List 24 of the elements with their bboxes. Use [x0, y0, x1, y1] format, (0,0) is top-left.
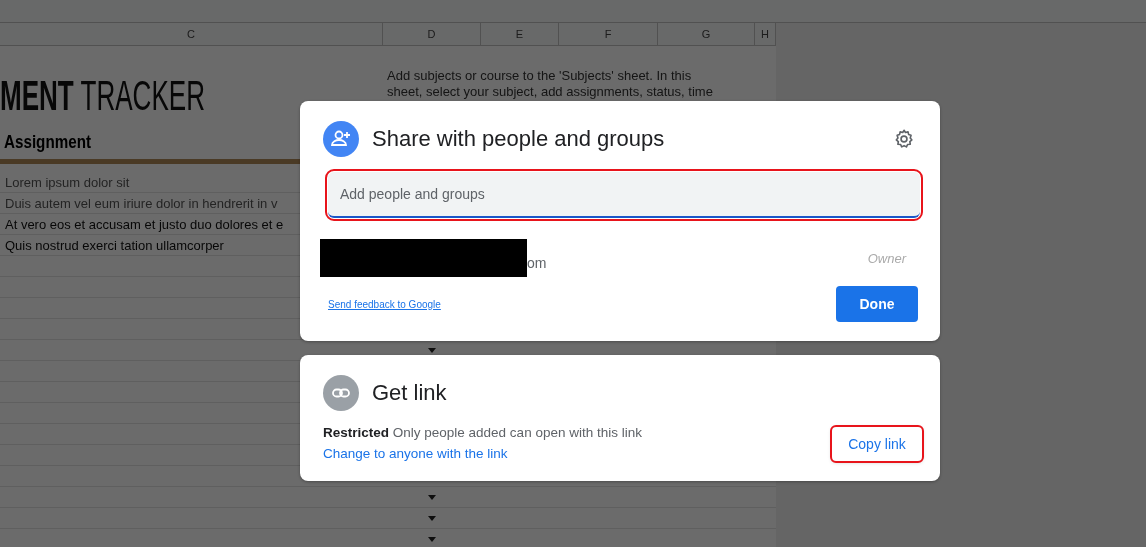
- copy-link-button[interactable]: Copy link: [832, 427, 922, 461]
- column-header[interactable]: F: [559, 23, 658, 45]
- column-header[interactable]: C: [0, 23, 383, 45]
- table-cell: Quis nostrud exerci tation ullamcorper: [5, 237, 224, 253]
- table-cell: Duis autem vel eum iriure dolor in hendrerit in v: [5, 195, 278, 211]
- column-header[interactable]: E: [481, 23, 559, 45]
- change-access-link[interactable]: Change to anyone with the link: [323, 446, 642, 461]
- add-people-field[interactable]: Add people and groups: [328, 172, 920, 218]
- table-cell: At vero eos et accusam et justo duo dolores et e: [5, 216, 284, 232]
- instruction-text: Add subjects or course to the 'Subjects' sheet. In this: [387, 68, 693, 84]
- sheet-title: MENT TRACKER: [0, 72, 205, 120]
- table-cell: Lorem ipsum dolor sit: [5, 174, 130, 190]
- column-header[interactable]: H: [755, 23, 776, 45]
- owner-role: Owner: [867, 250, 906, 266]
- access-description: Restricted Only people added can open with this link: [323, 425, 642, 440]
- dialog-title: Share with people and groups: [372, 126, 666, 152]
- column-header[interactable]: G: [658, 23, 755, 45]
- feedback-link[interactable]: Send feedback to Google: [328, 298, 441, 310]
- owner-email: om: [527, 255, 547, 273]
- column-label: Assignment: [3, 131, 92, 154]
- column-header[interactable]: D: [383, 23, 481, 45]
- dialog-title: Get link: [372, 380, 448, 406]
- done-button[interactable]: Done: [836, 286, 918, 322]
- instruction-text: sheet, select your subject, add assignments, status, time: [387, 84, 713, 100]
